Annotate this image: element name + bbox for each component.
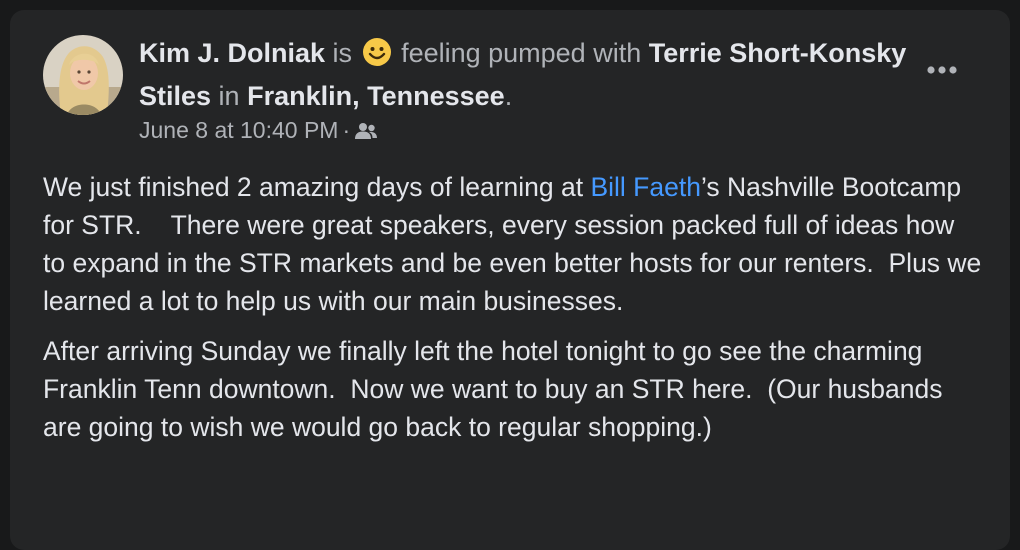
header-period: .	[504, 81, 513, 111]
feeling-text: feeling pumped with	[393, 38, 649, 68]
post-paragraph: After arriving Sunday we finally left th…	[43, 336, 950, 442]
author-name[interactable]: Kim J. Dolniak	[139, 38, 325, 68]
is-text: is	[325, 38, 360, 68]
post-card: Kim J. Dolniak is feeling pumped with Te…	[10, 10, 1010, 550]
post-header: Kim J. Dolniak is feeling pumped with Te…	[139, 34, 919, 115]
post-body: We just finished 2 amazing days of learn…	[43, 168, 983, 458]
author-avatar[interactable]	[43, 35, 123, 115]
post-paragraph: We just finished 2 amazing days of learn…	[43, 168, 983, 320]
smiley-emoji-icon	[362, 37, 392, 77]
post-timestamp[interactable]: June 8 at 10:40 PM	[139, 117, 338, 143]
meta-separator: ·	[342, 117, 351, 143]
paragraph-text: We just finished 2 amazing days of learn…	[43, 172, 591, 202]
friends-icon[interactable]	[354, 117, 378, 149]
post-meta: June 8 at 10:40 PM ·	[139, 114, 378, 149]
more-options-icon[interactable]	[920, 52, 964, 88]
mention-link[interactable]: Bill Faeth	[590, 172, 700, 202]
location-link[interactable]: Franklin, Tennessee	[247, 81, 505, 111]
in-text: in	[211, 81, 248, 111]
